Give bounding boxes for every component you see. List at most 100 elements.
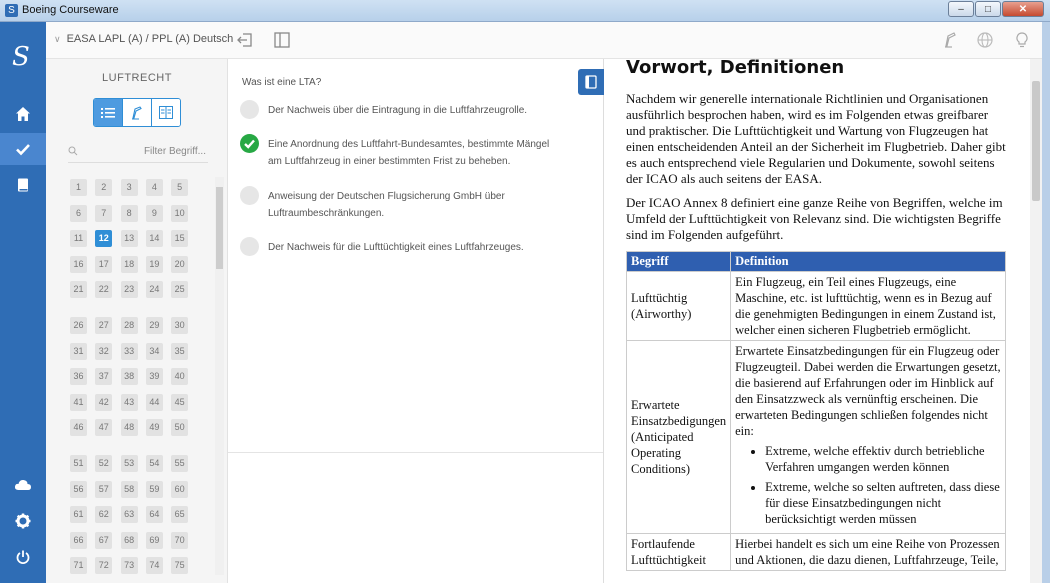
- reader-bookmark-button[interactable]: [578, 69, 604, 95]
- lightbulb-icon[interactable]: [1013, 31, 1031, 49]
- question-number-29[interactable]: 29: [145, 317, 163, 334]
- question-number-48[interactable]: 48: [120, 419, 138, 436]
- question-number-74[interactable]: 74: [145, 557, 163, 574]
- question-number-35[interactable]: 35: [171, 342, 189, 360]
- question-number-1[interactable]: 1: [70, 179, 87, 196]
- question-number-49[interactable]: 49: [145, 419, 163, 436]
- question-number-52[interactable]: 52: [95, 455, 113, 472]
- answer-radio[interactable]: [240, 100, 259, 119]
- course-selector[interactable]: ∨ EASA LAPL (A) / PPL (A) Deutsch: [54, 33, 233, 45]
- question-number-27[interactable]: 27: [95, 317, 113, 334]
- question-number-13[interactable]: 13: [120, 230, 138, 247]
- nav-questions[interactable]: [0, 133, 46, 165]
- question-number-30[interactable]: 30: [171, 317, 189, 334]
- question-number-41[interactable]: 41: [70, 393, 87, 411]
- question-number-38[interactable]: 38: [120, 368, 138, 385]
- question-number-8[interactable]: 8: [120, 204, 138, 222]
- question-number-55[interactable]: 55: [171, 455, 189, 472]
- question-number-5[interactable]: 5: [171, 179, 189, 196]
- answer-radio-correct[interactable]: [240, 134, 259, 153]
- question-number-23[interactable]: 23: [120, 281, 138, 298]
- panel-toggle-icon[interactable]: [273, 31, 291, 49]
- question-number-44[interactable]: 44: [145, 393, 163, 411]
- question-number-50[interactable]: 50: [171, 419, 189, 436]
- question-number-19[interactable]: 19: [145, 255, 163, 273]
- maximize-button[interactable]: □: [975, 1, 1001, 17]
- question-number-72[interactable]: 72: [95, 557, 113, 574]
- question-number-46[interactable]: 46: [70, 419, 87, 436]
- question-number-7[interactable]: 7: [95, 204, 113, 222]
- question-number-4[interactable]: 4: [145, 179, 163, 196]
- list-view-button[interactable]: [94, 99, 122, 126]
- exit-icon[interactable]: [236, 31, 254, 49]
- nav-power[interactable]: [0, 541, 46, 573]
- question-number-14[interactable]: 14: [145, 230, 163, 247]
- question-number-51[interactable]: 51: [70, 455, 87, 472]
- question-number-32[interactable]: 32: [95, 342, 113, 360]
- minimize-button[interactable]: –: [948, 1, 974, 17]
- question-number-69[interactable]: 69: [145, 531, 163, 549]
- sidebar-scroll-thumb[interactable]: [216, 187, 223, 269]
- question-number-47[interactable]: 47: [95, 419, 113, 436]
- question-number-26[interactable]: 26: [70, 317, 87, 334]
- question-number-39[interactable]: 39: [145, 368, 163, 385]
- question-number-59[interactable]: 59: [145, 480, 163, 498]
- question-number-60[interactable]: 60: [171, 480, 189, 498]
- question-number-62[interactable]: 62: [95, 506, 113, 523]
- question-number-22[interactable]: 22: [95, 281, 113, 298]
- question-number-18[interactable]: 18: [120, 255, 138, 273]
- question-number-20[interactable]: 20: [171, 255, 189, 273]
- nav-cloud[interactable]: [0, 469, 46, 501]
- question-number-70[interactable]: 70: [171, 531, 189, 549]
- question-number-58[interactable]: 58: [120, 480, 138, 498]
- question-number-9[interactable]: 9: [145, 204, 163, 222]
- pen-icon[interactable]: [942, 31, 960, 49]
- question-number-54[interactable]: 54: [145, 455, 163, 472]
- nav-home[interactable]: [0, 98, 46, 130]
- question-number-56[interactable]: 56: [70, 480, 87, 498]
- reader-scroll-thumb[interactable]: [1032, 81, 1040, 201]
- question-number-2[interactable]: 2: [95, 179, 113, 196]
- question-number-67[interactable]: 67: [95, 531, 113, 549]
- filter-input[interactable]: Filter Begriff...: [68, 144, 208, 163]
- answer-radio[interactable]: [240, 237, 259, 256]
- question-number-64[interactable]: 64: [145, 506, 163, 523]
- question-number-73[interactable]: 73: [120, 557, 138, 574]
- question-number-21[interactable]: 21: [70, 281, 87, 298]
- question-number-11[interactable]: 11: [70, 230, 87, 247]
- question-number-34[interactable]: 34: [145, 342, 163, 360]
- question-number-75[interactable]: 75: [171, 557, 189, 574]
- question-number-28[interactable]: 28: [120, 317, 138, 334]
- answer-radio[interactable]: [240, 186, 259, 205]
- question-number-57[interactable]: 57: [95, 480, 113, 498]
- notes-view-button[interactable]: [122, 99, 151, 126]
- close-button[interactable]: ✕: [1002, 1, 1044, 17]
- question-number-42[interactable]: 42: [95, 393, 113, 411]
- question-number-6[interactable]: 6: [70, 204, 87, 222]
- question-number-24[interactable]: 24: [145, 281, 163, 298]
- question-number-31[interactable]: 31: [70, 342, 87, 360]
- nav-book[interactable]: [0, 169, 46, 201]
- question-number-65[interactable]: 65: [171, 506, 189, 523]
- question-number-12[interactable]: 12: [95, 230, 113, 247]
- question-number-53[interactable]: 53: [120, 455, 138, 472]
- split-view-button[interactable]: [151, 99, 180, 126]
- question-number-68[interactable]: 68: [120, 531, 138, 549]
- question-number-17[interactable]: 17: [95, 255, 113, 273]
- question-number-61[interactable]: 61: [70, 506, 87, 523]
- question-number-10[interactable]: 10: [171, 204, 189, 222]
- question-number-71[interactable]: 71: [70, 557, 87, 574]
- reader-scrollbar[interactable]: [1030, 59, 1042, 583]
- nav-settings[interactable]: [0, 505, 46, 537]
- question-number-16[interactable]: 16: [70, 255, 87, 273]
- question-number-36[interactable]: 36: [70, 368, 87, 385]
- question-number-25[interactable]: 25: [171, 281, 189, 298]
- question-number-43[interactable]: 43: [120, 393, 138, 411]
- question-number-40[interactable]: 40: [171, 368, 189, 385]
- question-number-63[interactable]: 63: [120, 506, 138, 523]
- question-number-33[interactable]: 33: [120, 342, 138, 360]
- question-number-37[interactable]: 37: [95, 368, 113, 385]
- globe-icon[interactable]: [976, 31, 994, 49]
- question-number-66[interactable]: 66: [70, 531, 87, 549]
- question-number-45[interactable]: 45: [171, 393, 189, 411]
